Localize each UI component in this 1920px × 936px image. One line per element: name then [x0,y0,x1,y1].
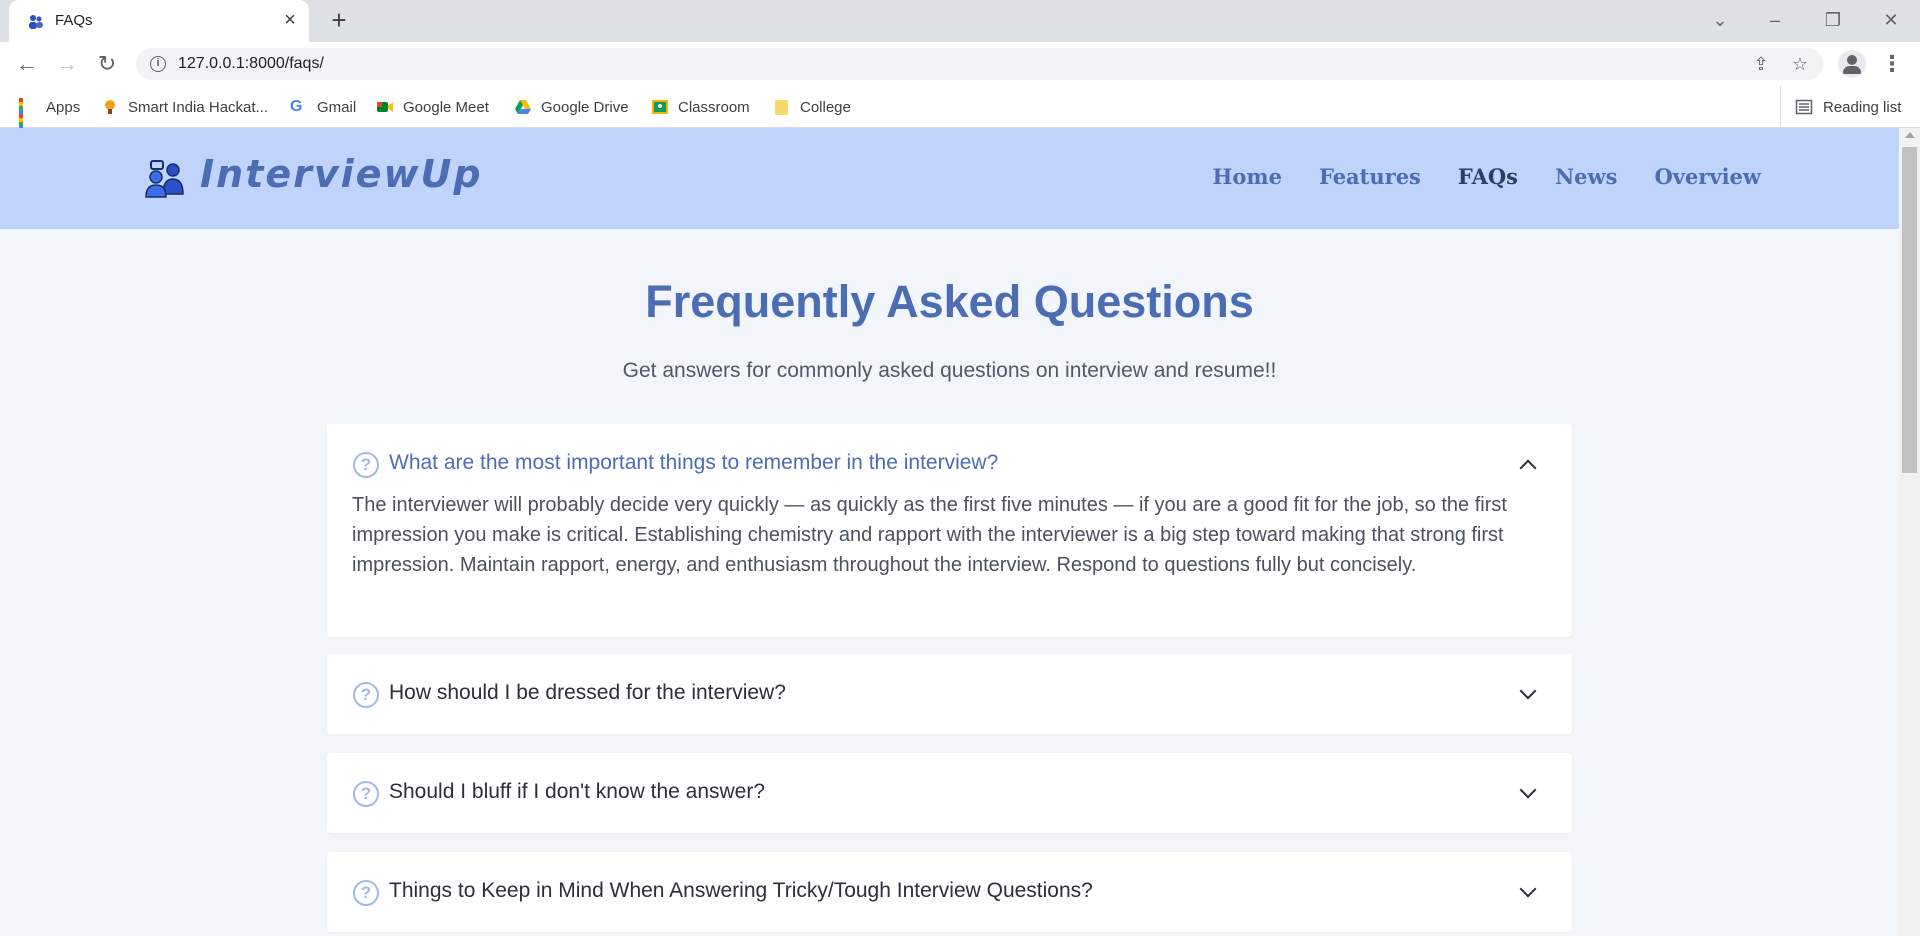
bookmark-smart-india-hackathon[interactable]: Smart India Hackat... [101,86,268,128]
site-header: InterviewUp Home Features FAQs News Over… [0,128,1899,229]
scrollbar-thumb[interactable] [1902,147,1917,473]
bookmarks-bar: Apps Smart India Hackat... G Gmail Googl… [0,86,1920,134]
reading-list-button[interactable]: Reading list [1780,86,1901,128]
new-tab-icon[interactable]: + [325,6,353,34]
tab-strip: FAQs × + ⌄ – ❐ ✕ [0,0,1920,42]
address-bar[interactable]: i 127.0.0.1:8000/faqs/ ⇪ ☆ [136,48,1823,80]
bookmark-google-meet[interactable]: Google Meet [376,86,489,128]
question-circle-icon: ? [353,880,379,906]
question-circle-icon: ? [353,682,379,708]
chevron-down-icon[interactable] [1519,682,1537,700]
nav-features[interactable]: Features [1319,164,1421,189]
interview-people-icon [145,160,184,198]
faq-item: ? Should I bluff if I don't know the ans… [327,753,1572,833]
chevron-down-icon[interactable] [1519,880,1537,898]
nav-home[interactable]: Home [1213,164,1282,189]
restore-icon[interactable]: ❐ [1813,6,1853,34]
bookmark-gmail[interactable]: G Gmail [290,86,356,128]
apps-grid-icon [19,98,37,134]
close-window-icon[interactable]: ✕ [1871,6,1911,34]
url-text[interactable]: 127.0.0.1:8000/faqs/ [178,55,324,73]
bookmark-label: College [800,98,851,116]
minimize-icon[interactable]: – [1755,6,1795,34]
bookmark-label: Classroom [678,98,750,116]
browser-toolbar: ← → ↻ i 127.0.0.1:8000/faqs/ ⇪ ☆ ⋮ [0,42,1920,86]
faq-question-toggle[interactable]: ? How should I be dressed for the interv… [327,654,1572,734]
tab-title: FAQs [55,12,93,29]
faq-item: ? Things to Keep in Mind When Answering … [327,852,1572,932]
meet-icon [377,102,393,112]
chevron-up-icon[interactable] [1519,459,1537,477]
faq-item: ? How should I be dressed for the interv… [327,654,1572,734]
page-title: Frequently Asked Questions [645,276,1254,327]
faq-item: ? What are the most important things to … [327,424,1572,637]
close-tab-icon[interactable]: × [279,9,301,31]
question-circle-icon: ? [353,781,379,807]
bookmark-star-icon[interactable]: ☆ [1789,53,1811,75]
bookmark-google-drive[interactable]: Google Drive [514,86,629,128]
page-scrollbar[interactable] [1899,128,1920,936]
reading-list-icon [1795,99,1813,115]
question-circle-icon: ? [353,452,379,478]
reload-icon[interactable]: ↻ [92,49,122,79]
tab-faqs[interactable]: FAQs × [9,0,309,42]
faq-question: How should I be dressed for the intervie… [389,681,786,704]
chevron-down-icon[interactable] [1519,781,1537,799]
bulb-icon [105,100,115,114]
faq-question-toggle[interactable]: ? Should I bluff if I don't know the ans… [327,753,1572,833]
reading-list-label: Reading list [1823,98,1902,116]
faq-question: Things to Keep in Mind When Answering Tr… [389,879,1093,902]
profile-avatar-icon[interactable] [1838,50,1866,78]
share-icon[interactable]: ⇪ [1750,53,1772,75]
bookmark-apps[interactable]: Apps [19,86,81,134]
browser-menu-icon[interactable]: ⋮ [1880,49,1904,79]
forward-icon[interactable]: → [52,49,82,79]
faq-question: Should I bluff if I don't know the answe… [389,780,766,803]
faq-question: What are the most important things to re… [389,451,999,474]
bookmark-label: Apps [46,98,81,116]
page-viewport: InterviewUp Home Features FAQs News Over… [0,128,1899,936]
classroom-icon [652,100,668,114]
google-icon: G [290,98,303,115]
bookmark-label: Google Drive [541,98,629,116]
folder-icon [775,100,788,115]
faq-answer: The interviewer will probably decide ver… [352,494,1507,576]
nav-news[interactable]: News [1555,164,1617,189]
site-info-icon[interactable]: i [150,56,166,72]
interviewup-favicon-icon [29,15,43,29]
bookmark-label: Smart India Hackat... [128,98,269,116]
nav-faqs[interactable]: FAQs [1458,164,1518,189]
tab-search-icon[interactable]: ⌄ [1700,6,1740,34]
bookmark-classroom[interactable]: Classroom [651,86,750,128]
site-nav: Home Features FAQs News Overview [1213,164,1762,189]
bookmark-college[interactable]: College [773,86,851,128]
drive-icon [515,100,531,114]
bookmark-label: Gmail [317,98,357,116]
nav-overview[interactable]: Overview [1654,164,1761,189]
brand-logo[interactable]: InterviewUp [200,152,483,196]
page-subtitle: Get answers for commonly asked questions… [622,359,1277,382]
bookmark-label: Google Meet [403,98,489,116]
back-icon[interactable]: ← [12,49,42,79]
faq-question-toggle[interactable]: ? Things to Keep in Mind When Answering … [327,852,1572,932]
scroll-up-arrow-icon[interactable] [1905,132,1915,138]
